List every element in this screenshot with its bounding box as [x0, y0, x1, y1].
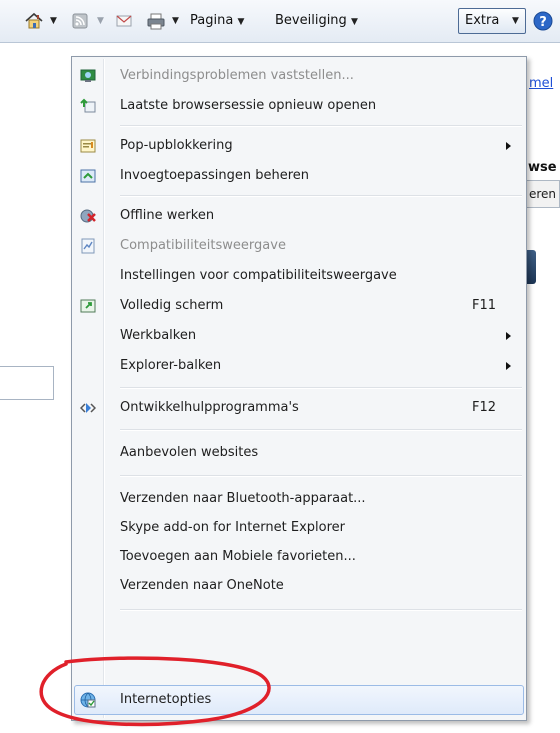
help-icon[interactable]: ? [533, 11, 553, 31]
menu-item-popup-blocker[interactable]: Pop-upblokkering [74, 131, 524, 161]
pagina-label: Pagina [190, 13, 234, 28]
internet-options-icon [80, 692, 96, 708]
menu-item-reopen-session[interactable]: Laatste browsersessie opnieuw openen [74, 91, 524, 121]
extra-dropdown-menu: Verbindingsproblemen vaststellen... Laat… [71, 56, 527, 721]
print-dropdown-caret[interactable]: ▼ [172, 11, 179, 31]
menu-item-explorer-bars[interactable]: Explorer-balken [74, 351, 524, 381]
menu-item-label: Aanbevolen websites [120, 445, 259, 460]
menu-item-label: Volledig scherm [120, 298, 224, 313]
developer-tools-icon [79, 400, 97, 416]
menu-item-full-screen[interactable]: Volledig scherm F11 [74, 291, 524, 321]
menu-item-compatibility-settings[interactable]: Instellingen voor compatibiliteitsweerga… [74, 261, 524, 291]
menu-item-label: Instellingen voor compatibiliteitsweerga… [120, 268, 397, 283]
menu-item-mobile-favorites[interactable]: Toevoegen aan Mobiele favorieten... [74, 542, 524, 572]
submenu-arrow-icon [506, 142, 511, 150]
svg-text:?: ? [539, 15, 547, 30]
home-icon[interactable] [24, 11, 44, 31]
manage-addons-icon [80, 168, 96, 184]
menu-item-label: Explorer-balken [120, 358, 222, 373]
menu-item-label: Internetopties [120, 692, 212, 707]
menu-item-label: Compatibiliteitsweergave [120, 238, 286, 253]
diagnose-connection-icon [80, 68, 96, 84]
menu-item-shortcut: F12 [472, 400, 497, 415]
menu-item-work-offline[interactable]: Offline werken [74, 201, 524, 231]
command-bar: ▼ ▼ ▼ Pagina ▼ Beveiliging ▼ Extra ▼ ? [0, 0, 560, 43]
menu-item-label: Verzenden naar OneNote [120, 578, 284, 593]
background-link[interactable]: mel [529, 76, 553, 91]
background-input[interactable] [0, 366, 54, 400]
print-icon[interactable] [146, 11, 166, 31]
compatibility-view-icon [80, 238, 96, 254]
menu-item-label: Werkbalken [120, 328, 197, 343]
background-button-label: eren [529, 187, 557, 201]
menu-separator [120, 195, 522, 197]
menu-item-shortcut: F11 [472, 298, 497, 313]
menu-separator [120, 125, 522, 127]
menu-item-skype-addon[interactable]: Skype add-on for Internet Explorer [74, 513, 524, 543]
menu-item-label: Skype add-on for Internet Explorer [120, 520, 346, 535]
menu-item-label: Pop-upblokkering [120, 138, 233, 153]
menu-item-label: Verbindingsproblemen vaststellen... [120, 68, 354, 83]
menu-item-developer-tools[interactable]: Ontwikkelhulpprogramma's F12 [74, 393, 524, 423]
beveiliging-menu-button[interactable]: Beveiliging ▼ [275, 11, 358, 31]
menu-item-label: Laatste browsersessie opnieuw openen [120, 98, 377, 113]
pagina-caret: ▼ [237, 17, 245, 27]
beveiliging-caret: ▼ [350, 17, 358, 27]
menu-item-label: Offline werken [120, 208, 215, 223]
menu-item-label: Toevoegen aan Mobiele favorieten... [120, 549, 356, 564]
extra-menu-button[interactable]: Extra ▼ [458, 8, 526, 34]
menu-item-label: Ontwikkelhulpprogramma's [120, 400, 299, 415]
extra-label: Extra [465, 13, 500, 28]
offline-icon [80, 208, 96, 224]
menu-separator [120, 387, 522, 389]
menu-item-compatibility-view: Compatibiliteitsweergave [74, 231, 524, 261]
menu-item-toolbars[interactable]: Werkbalken [74, 321, 524, 351]
extra-caret: ▼ [512, 16, 519, 26]
read-mail-icon[interactable] [114, 11, 134, 31]
reopen-session-icon [80, 98, 96, 114]
menu-item-send-bluetooth[interactable]: Verzenden naar Bluetooth-apparaat... [74, 484, 524, 514]
menu-item-suggested-sites[interactable]: Aanbevolen websites [74, 438, 524, 468]
menu-item-send-onenote[interactable]: Verzenden naar OneNote [74, 571, 524, 601]
full-screen-icon [80, 298, 96, 314]
menu-item-internet-options[interactable]: Internetopties [74, 685, 524, 715]
menu-item-label: Invoegtoepassingen beheren [120, 168, 310, 183]
background-heading: wse [528, 160, 557, 175]
submenu-arrow-icon [506, 332, 511, 340]
menu-separator [120, 475, 522, 477]
home-dropdown-caret[interactable]: ▼ [50, 11, 57, 31]
menu-item-diagnose-connection: Verbindingsproblemen vaststellen... [74, 61, 524, 91]
menu-item-label: Verzenden naar Bluetooth-apparaat... [120, 491, 366, 506]
menu-item-manage-addons[interactable]: Invoegtoepassingen beheren [74, 161, 524, 191]
rss-feed-icon[interactable] [70, 11, 90, 31]
menu-separator [120, 429, 522, 431]
menu-separator [120, 609, 522, 611]
pagina-menu-button[interactable]: Pagina ▼ [190, 11, 244, 31]
rss-dropdown-caret[interactable]: ▼ [97, 11, 104, 31]
popup-blocker-icon [80, 138, 96, 154]
beveiliging-label: Beveiliging [275, 13, 347, 28]
submenu-arrow-icon [506, 362, 511, 370]
